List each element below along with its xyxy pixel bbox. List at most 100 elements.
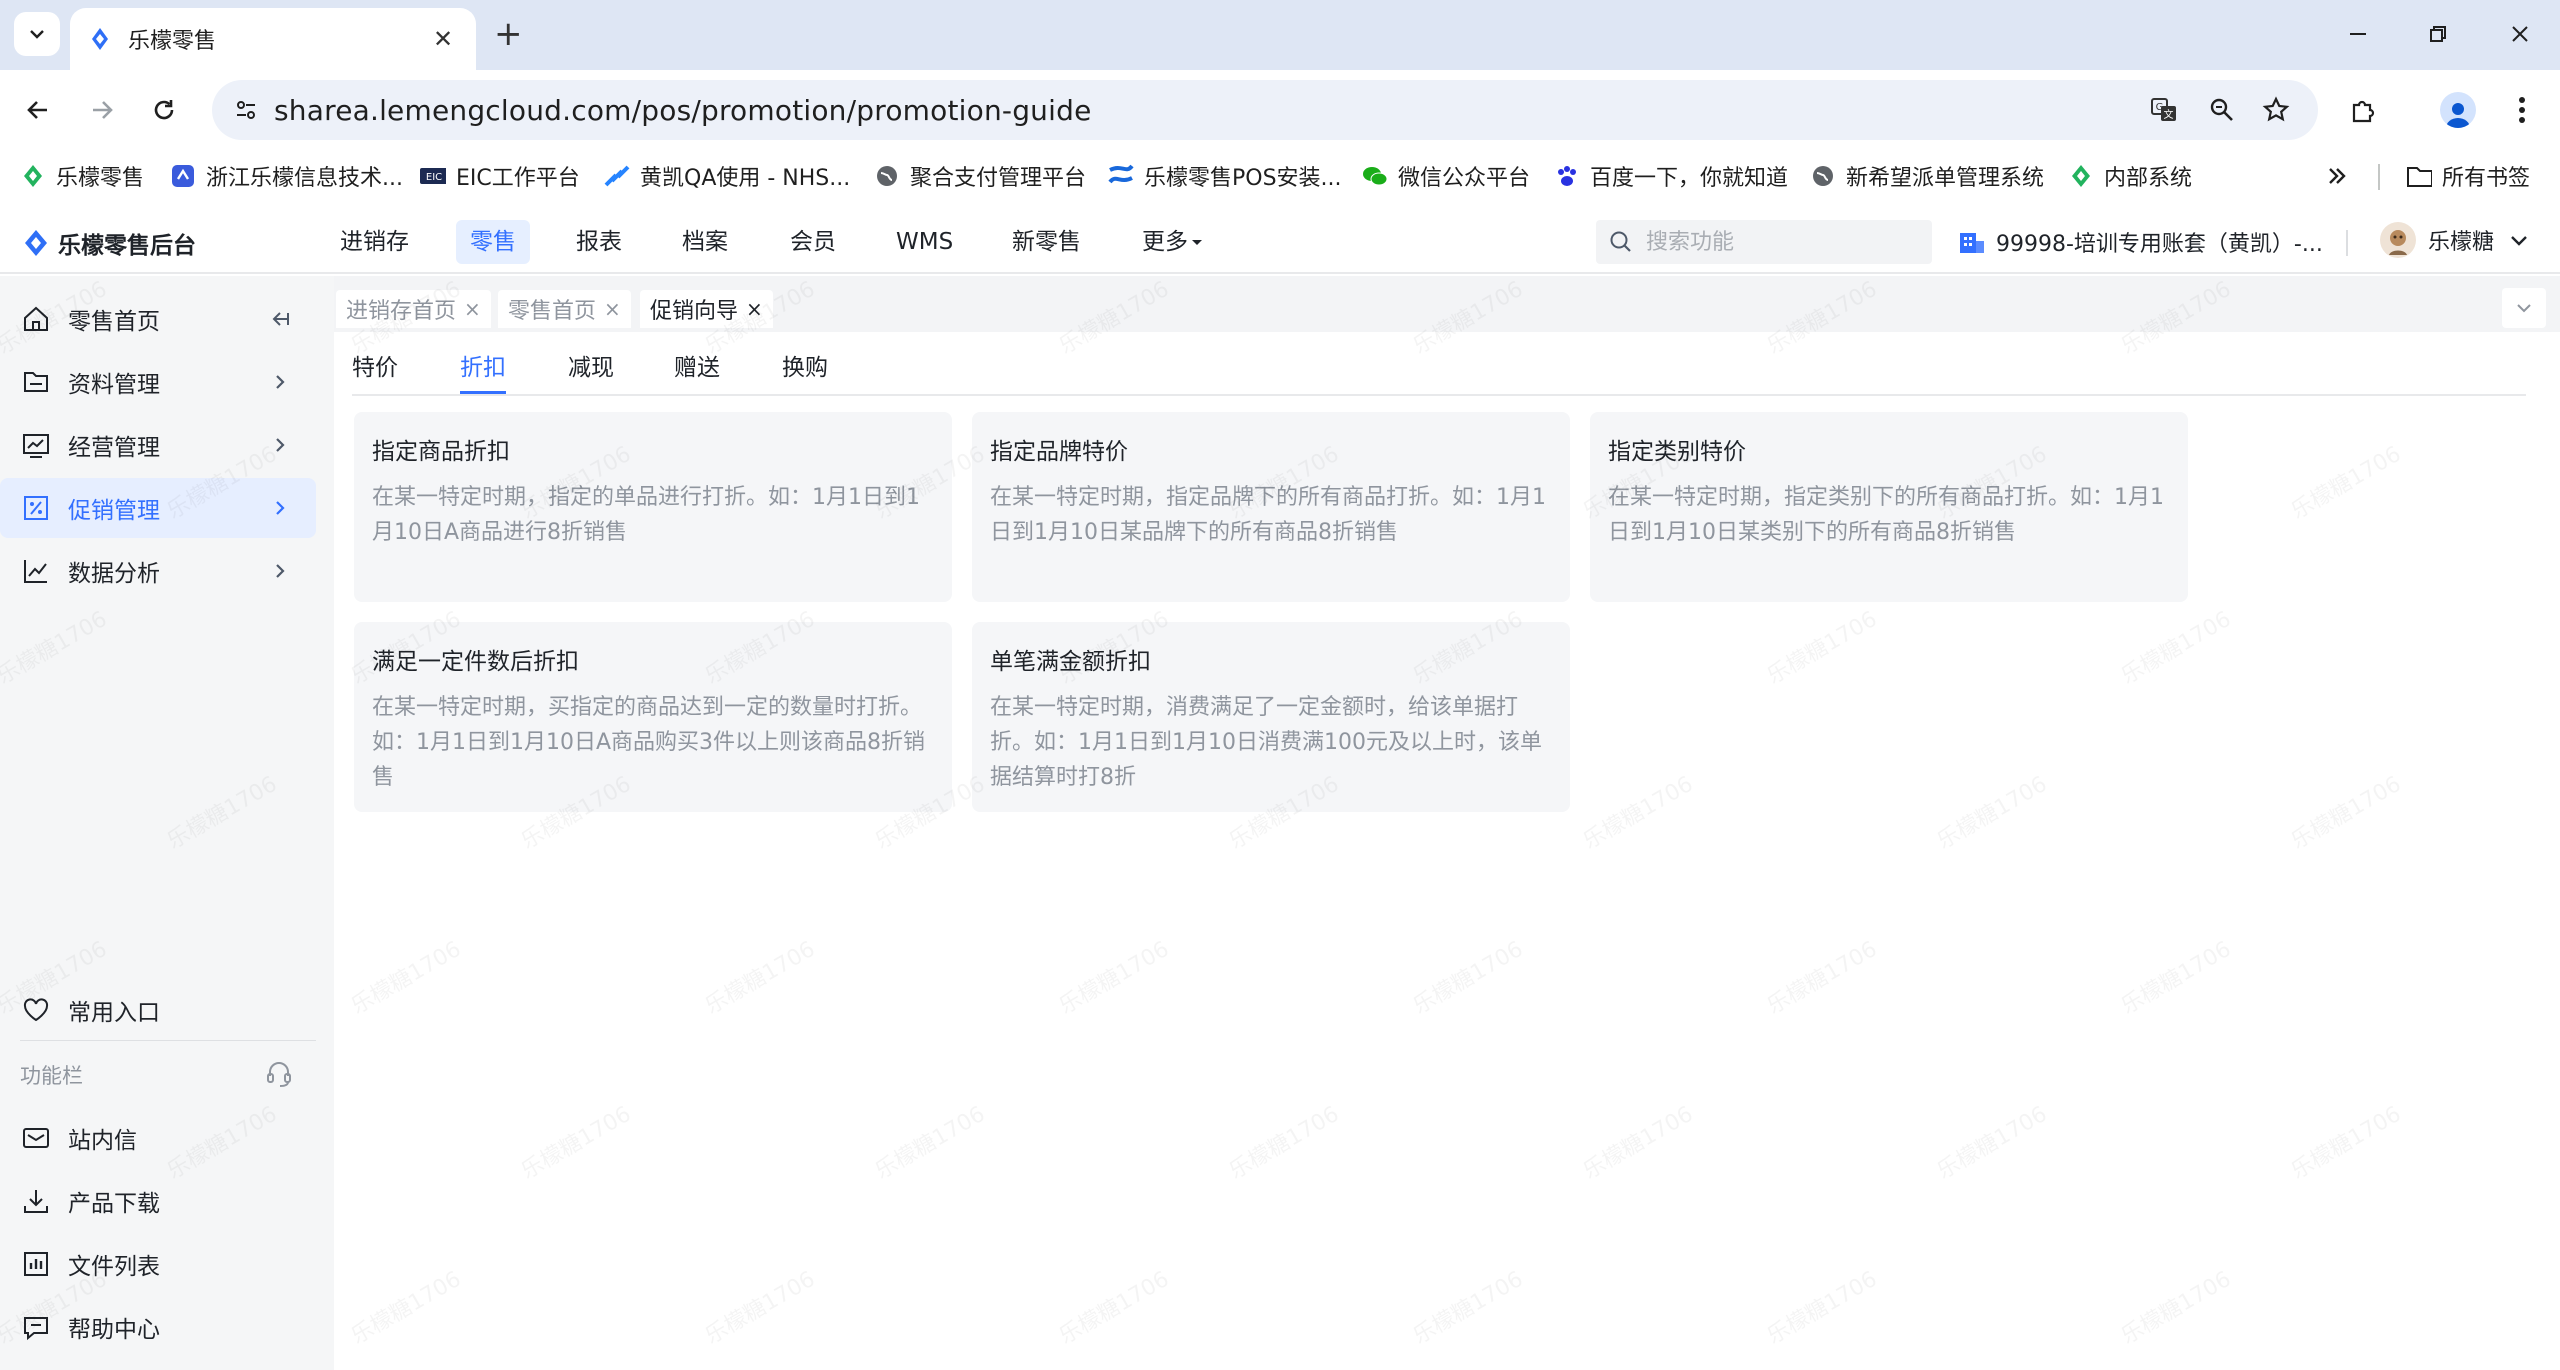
bookmark-item[interactable]: 微信公众平台: [1362, 158, 1530, 194]
download-icon: [20, 1185, 52, 1217]
tabs-dropdown-button[interactable]: [2502, 288, 2546, 328]
sidebar-item-help-center[interactable]: 帮助中心: [0, 1297, 316, 1357]
topnav-item[interactable]: WMS: [882, 220, 967, 264]
browser-tab[interactable]: 乐檬零售 ✕: [70, 8, 476, 70]
promotion-card[interactable]: 单笔满金额折扣 在某一特定时期，消费满足了一定金额时，给该单据打折。如：1月1日…: [972, 622, 1570, 812]
promotion-card[interactable]: 指定类别特价 在某一特定时期，指定类别下的所有商品打折。如：1月1日到1月10日…: [1590, 412, 2188, 602]
topnav-item[interactable]: 进销存: [326, 220, 423, 264]
promotion-icon: [20, 492, 52, 524]
app-brand[interactable]: 乐檬零售后台: [22, 226, 196, 260]
browser-menu-button[interactable]: [2502, 90, 2542, 130]
bookmark-item[interactable]: 乐檬零售: [20, 158, 144, 194]
page-tabs-bar: 进销存首页 × 零售首页 × 促销向导 ×: [334, 276, 2560, 332]
translate-icon[interactable]: 文G: [2144, 90, 2184, 130]
arrow-right-icon: [93, 101, 113, 119]
bookmark-item[interactable]: 内部系统: [2068, 158, 2192, 194]
subtab-cash-off[interactable]: 减现: [568, 348, 614, 394]
sidebar-item-operations[interactable]: 经营管理: [0, 415, 316, 475]
address-bar[interactable]: sharea.lemengcloud.com/pos/promotion/pro…: [212, 80, 2318, 140]
function-search-input[interactable]: [1646, 229, 1916, 255]
card-description: 在某一特定时期，买指定的商品达到一定的数量时打折。如：1月1日到1月10日A商品…: [372, 695, 926, 790]
bookmark-star-icon[interactable]: [2256, 90, 2296, 130]
browser-tab-title: 乐檬零售: [128, 29, 217, 54]
promotion-card[interactable]: 满足一定件数后折扣 在某一特定时期，买指定的商品达到一定的数量时打折。如：1月1…: [354, 622, 952, 812]
topnav-item[interactable]: 会员: [776, 220, 850, 264]
card-title: 单笔满金额折扣: [990, 649, 1151, 675]
bookmark-item[interactable]: 聚合支付管理平台: [874, 158, 1086, 194]
extensions-button[interactable]: [2344, 90, 2384, 130]
sidebar-item-file-list[interactable]: 文件列表: [0, 1234, 316, 1294]
close-window-button[interactable]: [2490, 14, 2550, 54]
topnav-item[interactable]: 报表: [562, 220, 636, 264]
new-tab-button[interactable]: +: [494, 16, 523, 52]
card-description: 在某一特定时期，指定的单品进行打折。如：1月1日到1月10日A商品进行8折销售: [372, 485, 920, 545]
confluence-icon: [1108, 163, 1134, 189]
bookmarks-overflow-button[interactable]: [2326, 158, 2348, 194]
sidebar-item-retail-home[interactable]: 零售首页: [0, 289, 316, 349]
page-tab[interactable]: 零售首页 ×: [498, 290, 631, 328]
bookmark-item[interactable]: 百度一下，你就知道: [1554, 158, 1788, 194]
restore-button[interactable]: [2408, 14, 2468, 54]
sidebar-item-product-download[interactable]: 产品下载: [0, 1171, 316, 1231]
collapse-sidebar-icon[interactable]: [266, 305, 294, 333]
forward-button[interactable]: [82, 90, 122, 130]
sidebar: 零售首页 资料管理 经营管理 促销管理 数据分析 常用入口 功能栏 站内信 产品…: [0, 276, 334, 1370]
bookmark-item[interactable]: EIC EIC工作平台: [420, 158, 580, 194]
globe-icon: [874, 163, 900, 189]
page-tab-active[interactable]: 促销向导 ×: [640, 290, 773, 328]
eic-icon: EIC: [420, 163, 446, 189]
globe-icon: [1810, 163, 1836, 189]
topnav-item-active[interactable]: 零售: [456, 220, 530, 264]
mail-icon: [20, 1122, 52, 1154]
sidebar-item-messages[interactable]: 站内信: [0, 1108, 316, 1168]
headset-icon[interactable]: [264, 1058, 294, 1092]
promotion-card[interactable]: 指定商品折扣 在某一特定时期，指定的单品进行打折。如：1月1日到1月10日A商品…: [354, 412, 952, 602]
green-diamond-icon: [20, 163, 46, 189]
tab-close-button[interactable]: ✕: [428, 25, 458, 53]
browser-toolbar: sharea.lemengcloud.com/pos/promotion/pro…: [0, 70, 2560, 150]
page-tab[interactable]: 进销存首页 ×: [336, 290, 491, 328]
sidebar-item-promotion[interactable]: 促销管理: [0, 478, 316, 538]
card-title: 指定商品折扣: [372, 439, 510, 465]
sidebar-item-data-analysis[interactable]: 数据分析: [0, 541, 316, 601]
topnav-item[interactable]: 新零售: [998, 220, 1095, 264]
zoom-icon[interactable]: [2202, 90, 2242, 130]
minimize-button[interactable]: [2328, 14, 2388, 54]
chevron-right-icon: [266, 431, 294, 459]
subtab-exchange[interactable]: 换购: [782, 348, 828, 394]
all-bookmarks-button[interactable]: 所有书签: [2406, 158, 2530, 194]
subtab-discount[interactable]: 折扣: [460, 348, 506, 394]
back-button[interactable]: [18, 90, 58, 130]
sidebar-divider: [20, 1040, 316, 1041]
function-search-box[interactable]: [1596, 220, 1932, 264]
page-tab-close-icon[interactable]: ×: [604, 297, 621, 321]
tab-search-button[interactable]: [14, 12, 60, 56]
page-tab-close-icon[interactable]: ×: [464, 297, 481, 321]
subtab-special-price[interactable]: 特价: [352, 348, 398, 394]
site-info-icon[interactable]: [226, 90, 266, 130]
promotion-card[interactable]: 指定品牌特价 在某一特定时期，指定品牌下的所有商品打折。如：1月1日到1月10日…: [972, 412, 1570, 602]
subtab-gift[interactable]: 赠送: [674, 348, 720, 394]
page-tab-close-icon[interactable]: ×: [746, 297, 763, 321]
sidebar-item-data-management[interactable]: 资料管理: [0, 352, 316, 412]
line-chart-icon: [20, 555, 52, 587]
minimize-icon: [2350, 33, 2366, 35]
bookmark-item[interactable]: 新希望派单管理系统: [1810, 158, 2044, 194]
topnav-item[interactable]: 档案: [668, 220, 742, 264]
main-content: 进销存首页 × 零售首页 × 促销向导 × 特价 折扣 减现 赠送 换购 指定商…: [334, 276, 2560, 1370]
account-selector[interactable]: 99998-培训专用账套（黄凯）-...: [1958, 226, 2323, 258]
bookmark-item[interactable]: 浙江乐檬信息技术...: [170, 158, 403, 194]
topnav-more[interactable]: 更多: [1128, 220, 1218, 264]
bookmark-item[interactable]: 乐檬零售POS安装...: [1108, 158, 1342, 194]
user-menu[interactable]: 乐檬糖: [2380, 222, 2530, 258]
bookmark-item[interactable]: 黄凯QA使用 - NHS...: [604, 158, 850, 194]
profile-button[interactable]: [2438, 90, 2478, 130]
browser-tab-strip: 乐檬零售 ✕ +: [0, 0, 2560, 70]
jira-icon: [604, 163, 630, 189]
svg-text:G: G: [2156, 102, 2164, 113]
file-list-icon: [20, 1248, 52, 1280]
reload-button[interactable]: [144, 90, 184, 130]
card-description: 在某一特定时期，指定类别下的所有商品打折。如：1月1日到1月10日某类别下的所有…: [1608, 485, 2164, 545]
sidebar-favorites[interactable]: 常用入口: [0, 980, 316, 1040]
svg-text:EIC: EIC: [426, 172, 442, 183]
